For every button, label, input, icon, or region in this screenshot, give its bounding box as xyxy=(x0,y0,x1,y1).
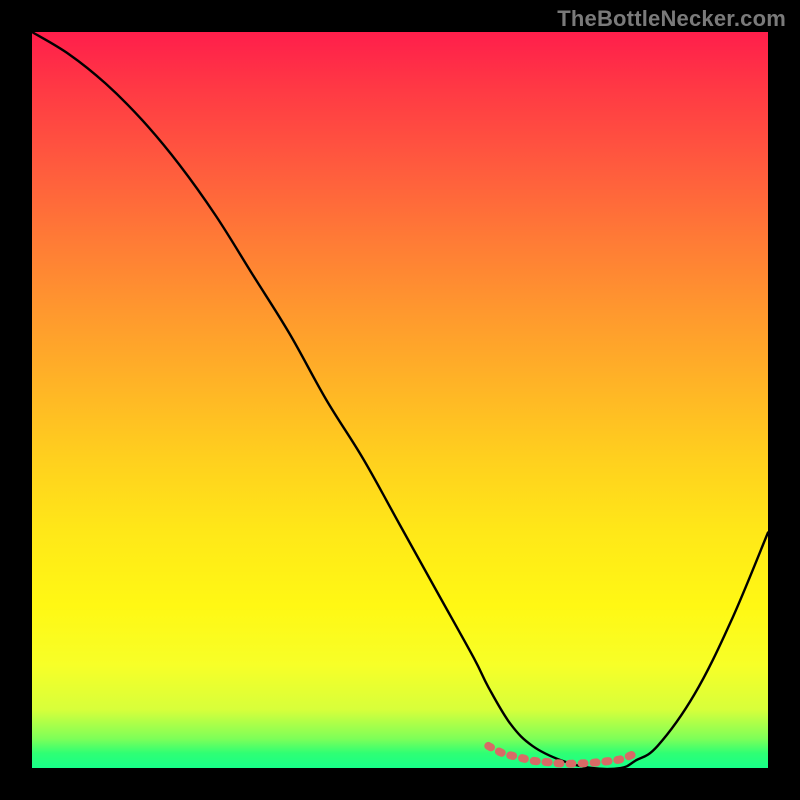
chart-container: TheBottleNecker.com xyxy=(0,0,800,800)
watermark-text: TheBottleNecker.com xyxy=(557,6,786,32)
curve-layer xyxy=(32,32,768,768)
bottleneck-curve xyxy=(32,32,768,769)
optimal-flat-region xyxy=(488,746,635,764)
plot-area xyxy=(32,32,768,768)
